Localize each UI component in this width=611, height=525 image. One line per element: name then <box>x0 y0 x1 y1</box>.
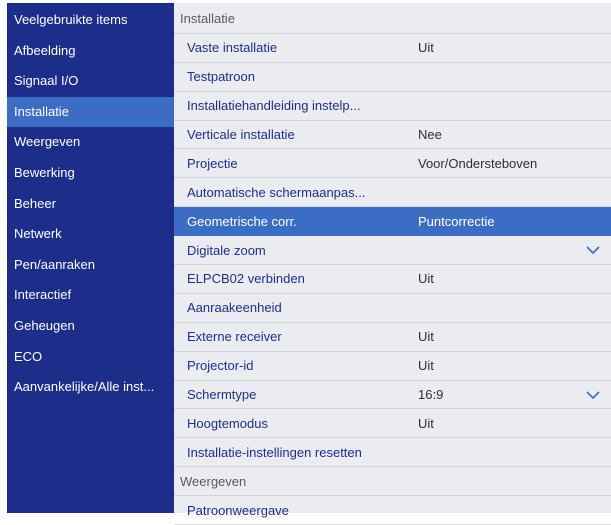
section-title: Weergeven <box>180 473 247 489</box>
menu-item-label: Projector-id <box>187 358 254 374</box>
section-header-installatie: Installatie <box>174 5 611 34</box>
menu-item-label: Verticale installatie <box>187 127 295 142</box>
sidebar-item-afbeelding[interactable]: Afbeelding <box>7 36 174 67</box>
menu-item-automatische-schermaanpassing[interactable]: Automatische schermaanpas... <box>174 178 611 208</box>
menu-item-vaste-installatie[interactable]: Vaste installatie Uit <box>174 34 611 63</box>
menu-item-label: Testpatroon <box>187 69 255 85</box>
sidebar-item-netwerk[interactable]: Netwerk <box>7 219 174 250</box>
menu-item-value: Uit <box>418 329 434 345</box>
menu-item-projector-id[interactable]: Projector-id Uit <box>174 352 611 381</box>
menu-item-hoogtemodus[interactable]: Hoogtemodus Uit <box>174 409 611 439</box>
menu-item-aanraakeenheid[interactable]: Aanraakeenheid <box>174 294 611 323</box>
section-header-weergeven: Weergeven <box>174 467 611 497</box>
menu-item-verticale-installatie[interactable]: Verticale installatie Nee <box>174 121 611 150</box>
menu-item-value: Uit <box>418 415 434 431</box>
menu-item-label: Schermtype <box>187 387 257 403</box>
menu-item-label: Installatie-instellingen resetten <box>187 444 362 460</box>
menu-item-value: Nee <box>418 127 442 142</box>
sidebar-item-aanvankelijke-alle-instellingen[interactable]: Aanvankelijke/Alle inst... <box>7 372 174 403</box>
menu-item-externe-receiver[interactable]: Externe receiver Uit <box>174 323 611 352</box>
menu-item-value: 16:9 <box>418 387 444 403</box>
menu-item-label: Digitale zoom <box>187 242 266 258</box>
menu-item-label: Externe receiver <box>187 329 282 345</box>
sidebar-item-veelgebruikte-items[interactable]: Veelgebruikte items <box>7 5 174 36</box>
chevron-down-icon <box>585 390 601 400</box>
menu-item-value: Puntcorrectie <box>418 213 495 229</box>
sidebar-item-bewerking[interactable]: Bewerking <box>7 158 174 189</box>
sidebar: Veelgebruikte items Afbeelding Signaal I… <box>7 3 174 513</box>
settings-panel: Installatie Vaste installatie Uit Testpa… <box>174 3 611 525</box>
sidebar-item-weergeven[interactable]: Weergeven <box>7 127 174 158</box>
menu-item-value: Uit <box>418 358 434 374</box>
sidebar-item-pen-aanraken[interactable]: Pen/aanraken <box>7 250 174 281</box>
menu-item-label: Installatiehandleiding instelp... <box>187 98 361 114</box>
menu-item-installatie-instellingen-resetten[interactable]: Installatie-instellingen resetten <box>174 438 611 468</box>
sidebar-item-beheer[interactable]: Beheer <box>7 189 174 220</box>
menu-item-projectie[interactable]: Projectie Voor/Ondersteboven <box>174 149 611 179</box>
sidebar-item-eco[interactable]: ECO <box>7 342 174 373</box>
section-title: Installatie <box>180 11 235 27</box>
sidebar-item-signaal-io[interactable]: Signaal I/O <box>7 66 174 97</box>
menu-item-value: Voor/Ondersteboven <box>418 155 538 171</box>
menu-item-patroonweergave[interactable]: Patroonweergave <box>174 496 611 525</box>
sidebar-item-installatie[interactable]: Installatie <box>7 96 174 128</box>
menu-item-geometrische-correctie[interactable]: Geometrische corr. Puntcorrectie <box>174 207 611 237</box>
menu-item-testpatroon[interactable]: Testpatroon <box>174 63 611 92</box>
menu-item-label: Geometrische corr. <box>187 213 297 229</box>
menu-item-elpcb02-verbinden[interactable]: ELPCB02 verbinden Uit <box>174 265 611 294</box>
sidebar-item-geheugen[interactable]: Geheugen <box>7 311 174 342</box>
menu-item-value: Uit <box>418 271 434 287</box>
menu-item-label: Vaste installatie <box>187 40 278 56</box>
menu-item-digitale-zoom[interactable]: Digitale zoom <box>174 236 611 266</box>
chevron-down-icon <box>585 245 601 255</box>
projector-menu: Veelgebruikte items Afbeelding Signaal I… <box>7 3 611 525</box>
menu-item-value: Uit <box>418 40 434 56</box>
menu-item-label: Aanraakeenheid <box>187 300 282 316</box>
menu-item-schermtype[interactable]: Schermtype 16:9 <box>174 381 611 410</box>
sidebar-item-interactief[interactable]: Interactief <box>7 280 174 311</box>
menu-item-label: Projectie <box>187 155 238 171</box>
menu-item-label: Patroonweergave <box>187 502 289 518</box>
menu-item-label: Hoogtemodus <box>187 415 268 431</box>
menu-item-installatiehandleiding[interactable]: Installatiehandleiding instelp... <box>174 92 611 121</box>
menu-item-label: ELPCB02 verbinden <box>187 271 305 287</box>
menu-item-label: Automatische schermaanpas... <box>187 184 366 200</box>
